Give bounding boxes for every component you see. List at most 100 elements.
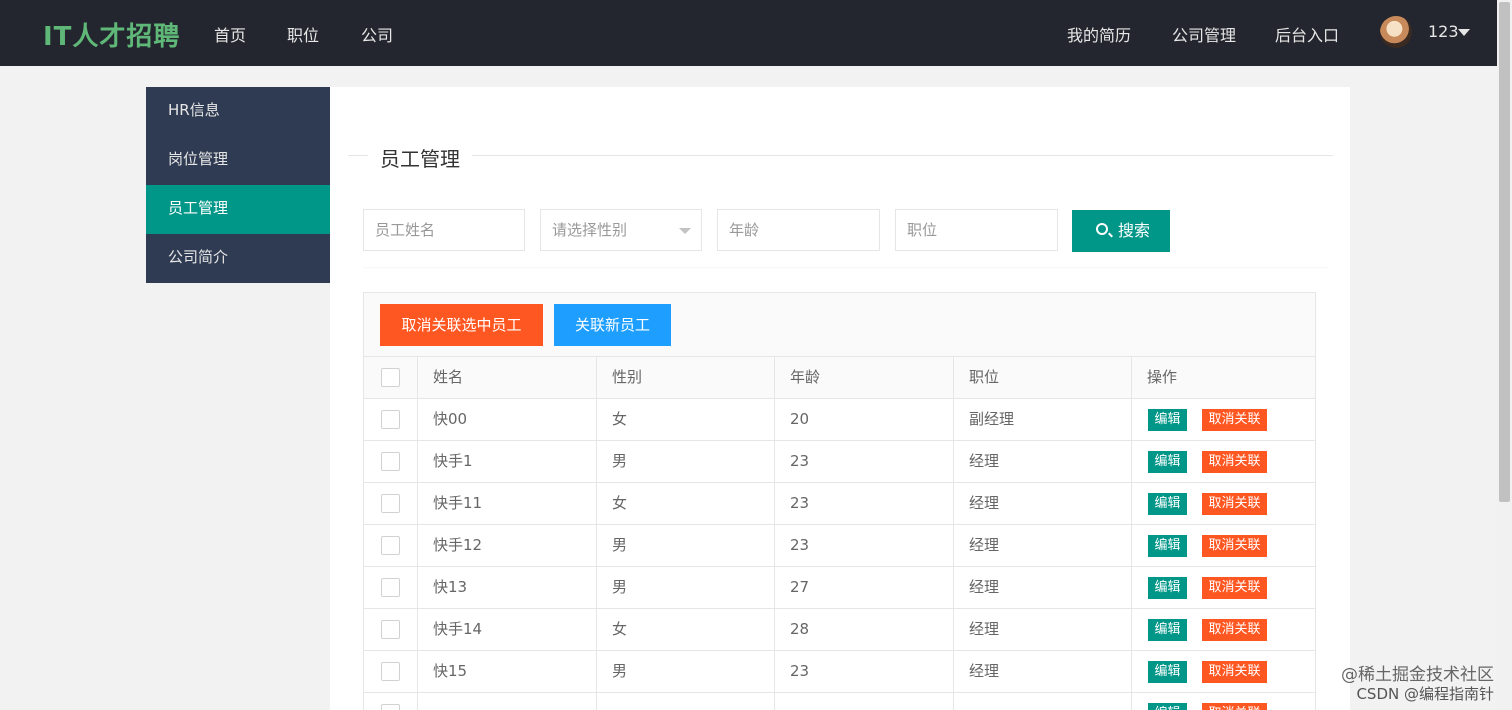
cell-name: 快手12 [433,536,483,554]
nav-jobs[interactable]: 职位 [287,22,319,46]
gender-select[interactable]: 请选择性别 [540,209,702,251]
cell-gender: 男 [612,578,628,596]
unlink-selected-button[interactable]: 取消关联选中员工 [380,304,543,346]
position-input[interactable]: 职位 [895,209,1058,251]
table-row: 快手14 女 28 经理 编辑 取消关联 [364,609,1315,651]
column-header-gender: 性别 [612,368,643,386]
row-checkbox[interactable] [381,578,400,597]
avatar[interactable] [1380,16,1412,48]
row-checkbox[interactable] [381,704,400,710]
watermark: @稀土掘金技术社区 CSDN @编程指南针 [1341,666,1494,704]
chevron-down-icon [679,228,691,234]
scrollbar-thumb[interactable] [1499,2,1510,502]
edit-button[interactable]: 编辑 [1148,451,1187,473]
title-divider [348,155,1333,156]
link-new-employee-button[interactable]: 关联新员工 [554,304,671,346]
cell-gender: 女 [612,410,628,428]
column-divider [1131,399,1132,441]
unlink-button[interactable]: 取消关联 [1202,577,1267,599]
cell-position: 经理 [969,662,1000,680]
employee-name-input[interactable]: 员工姓名 [363,209,525,251]
table-row: 快手1 男 23 经理 编辑 取消关联 [364,441,1315,483]
cell-position [953,693,969,710]
column-divider [1131,525,1132,567]
table-row: 快00 女 20 副经理 编辑 取消关联 [364,399,1315,441]
edit-button[interactable]: 编辑 [1148,535,1187,557]
nav-admin-entry[interactable]: 后台入口 [1275,22,1339,46]
column-divider [1131,441,1132,483]
row-checkbox[interactable] [381,662,400,681]
unlink-button[interactable]: 取消关联 [1202,535,1267,557]
gender-select-placeholder: 请选择性别 [552,221,628,239]
select-all-checkbox[interactable] [381,368,400,387]
sidebar-item-company-intro[interactable]: 公司简介 [146,234,330,283]
employee-table: 取消关联选中员工 关联新员工 姓名 性别 年龄 职位 操作 快00 女 20 副经理编… [363,292,1316,710]
nav-company-manage[interactable]: 公司管理 [1172,22,1236,46]
cell-name: 快手11 [433,494,483,512]
nav-companies[interactable]: 公司 [361,22,393,46]
table-toolbar: 取消关联选中员工 关联新员工 [364,293,1315,357]
unlink-button[interactable]: 取消关联 [1202,703,1267,710]
edit-button[interactable]: 编辑 [1148,493,1187,515]
cell-age: 23 [790,662,810,680]
sidebar: HR信息 岗位管理 员工管理 公司简介 [146,87,330,283]
edit-button[interactable]: 编辑 [1148,409,1187,431]
page-title: 员工管理 [368,143,472,172]
row-checkbox[interactable] [381,536,400,555]
search-button[interactable]: 搜索 [1072,210,1170,252]
cell-position: 经理 [969,578,1000,596]
cell-name: 快手14 [433,620,483,638]
cell-gender: 女 [612,494,628,512]
column-header-name: 姓名 [433,368,464,386]
table-row: 快15 男 23 经理 编辑 取消关联 [364,651,1315,693]
cell-gender: 男 [612,536,628,554]
edit-button[interactable]: 编辑 [1148,577,1187,599]
cell-age: 23 [790,494,810,512]
edit-button[interactable]: 编辑 [1148,703,1187,710]
nav-my-resume[interactable]: 我的简历 [1067,22,1131,46]
cell-age: 23 [790,452,810,470]
unlink-button[interactable]: 取消关联 [1202,619,1267,641]
edit-button[interactable]: 编辑 [1148,619,1187,641]
watermark-line2: CSDN @编程指南针 [1356,685,1494,703]
sidebar-item-employee-manage[interactable]: 员工管理 [146,185,330,234]
sidebar-item-job-manage[interactable]: 岗位管理 [146,136,330,185]
cell-gender: 男 [612,662,628,680]
cell-name: 快15 [433,662,468,680]
row-checkbox[interactable] [381,452,400,471]
cell-position: 经理 [969,452,1000,470]
watermark-line1: @稀土掘金技术社区 [1341,665,1494,685]
cell-age: 28 [790,620,810,638]
filter-divider [363,267,1328,269]
table-header: 姓名 性别 年龄 职位 操作 [364,357,1315,399]
unlink-button[interactable]: 取消关联 [1202,409,1267,431]
cell-age: 23 [790,536,810,554]
table-row: 快13 男 27 经理 编辑 取消关联 [364,567,1315,609]
search-icon [1096,223,1108,235]
row-checkbox[interactable] [381,494,400,513]
row-checkbox[interactable] [381,410,400,429]
cell-gender [596,693,612,710]
cell-position: 经理 [969,620,1000,638]
column-header-age: 年龄 [790,368,821,386]
user-name[interactable]: 123 [1428,22,1459,41]
cell-age: 20 [790,410,810,428]
cell-age: 27 [790,578,810,596]
cell-age [774,693,790,710]
column-divider [1131,693,1132,710]
nav-home[interactable]: 首页 [214,22,246,46]
cell-name: 快00 [433,410,468,428]
unlink-button[interactable]: 取消关联 [1202,661,1267,683]
age-input[interactable]: 年龄 [717,209,880,251]
cell-gender: 男 [612,452,628,470]
unlink-button[interactable]: 取消关联 [1202,451,1267,473]
row-checkbox[interactable] [381,620,400,639]
column-divider [1131,609,1132,651]
chevron-down-icon[interactable] [1458,29,1470,36]
column-divider [1131,483,1132,525]
cell-name: 快手1 [433,452,473,470]
edit-button[interactable]: 编辑 [1148,661,1187,683]
unlink-button[interactable]: 取消关联 [1202,493,1267,515]
sidebar-item-hr-info[interactable]: HR信息 [146,87,330,136]
site-logo[interactable]: IT人才招聘 [43,16,180,53]
